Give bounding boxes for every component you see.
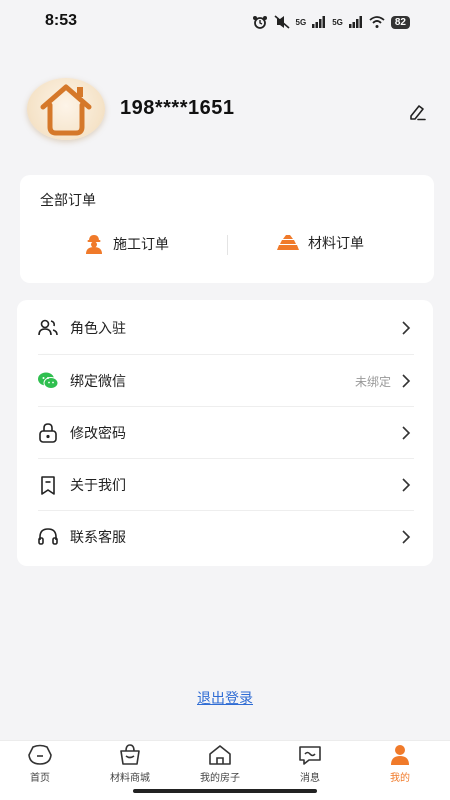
menu-item-label: 修改密码 [70,425,126,441]
lock-icon [39,423,57,443]
menu-item-password[interactable]: 修改密码 [17,407,433,459]
message-icon [299,746,321,765]
signal-2-label: 5G [332,17,343,27]
construction-order-button[interactable]: 施工订单 [83,233,169,255]
wechat-bind-status: 未绑定 [354,374,391,389]
user-phone: 198****1651 [120,97,235,119]
menu-item-wechat[interactable]: 绑定微信 未绑定 [17,355,433,407]
users-icon [38,319,58,336]
bookmark-icon [41,476,55,495]
headset-icon [38,528,58,545]
house-logo-icon [40,84,92,136]
tab-label: 我的房子 [200,773,240,784]
menu-item-label: 角色入驻 [70,320,126,336]
chevron-right-icon [402,478,411,492]
mute-icon [274,15,290,29]
signal-1-label: 5G [295,17,307,27]
menu-item-label: 绑定微信 [70,373,126,389]
tab-messages[interactable]: 消息 [265,743,355,784]
menu-item-about[interactable]: 关于我们 [17,459,433,511]
tab-mine[interactable]: 我的 [355,743,445,784]
signal-1-icon [312,16,326,28]
house-icon [209,745,231,765]
tab-label: 首页 [30,773,50,784]
status-bar: 8:53 5G 5G 82 [0,0,450,44]
chevron-right-icon [402,530,411,544]
order-card: 全部订单 施工订单 材料订单 [20,175,434,283]
material-stack-icon [277,235,299,250]
person-icon [391,745,409,765]
pen-icon [410,105,426,121]
alarm-icon [252,16,267,29]
construction-order-label: 施工订单 [113,236,169,252]
avatar[interactable] [27,78,105,140]
battery-indicator: 82 [390,15,410,29]
tab-label: 材料商城 [110,773,150,784]
wechat-icon [38,372,59,389]
home-tab-icon [28,744,52,765]
tab-label: 我的 [390,773,410,784]
wifi-icon [369,16,385,28]
menu-item-role[interactable]: 角色入驻 [17,302,433,354]
home-indicator [133,789,317,793]
order-divider [227,235,228,255]
material-order-button[interactable]: 材料订单 [276,233,364,253]
menu-item-label: 关于我们 [70,477,126,493]
logout-link[interactable]: 退出登录 [0,688,450,708]
chevron-right-icon [402,374,411,388]
signal-2-icon [348,16,362,28]
menu-item-label: 联系客服 [70,529,126,545]
status-time: 8:53 [45,12,78,29]
tab-my-house[interactable]: 我的房子 [175,743,265,784]
tab-material-mall[interactable]: 材料商城 [85,743,175,784]
menu-item-support[interactable]: 联系客服 [17,511,433,563]
all-orders-title[interactable]: 全部订单 [40,190,96,210]
tab-label: 消息 [300,773,320,784]
worker-icon [86,235,102,254]
chevron-right-icon [402,321,411,335]
tab-home[interactable]: 首页 [0,743,85,784]
status-icons: 5G 5G 82 [252,15,410,29]
edit-profile-button[interactable] [406,101,428,123]
menu-card: 角色入驻 绑定微信 未绑定 修改密码 关于我们 联系客服 [17,300,433,566]
chevron-right-icon [402,426,411,440]
material-order-label: 材料订单 [308,235,364,251]
bag-icon [120,744,140,765]
